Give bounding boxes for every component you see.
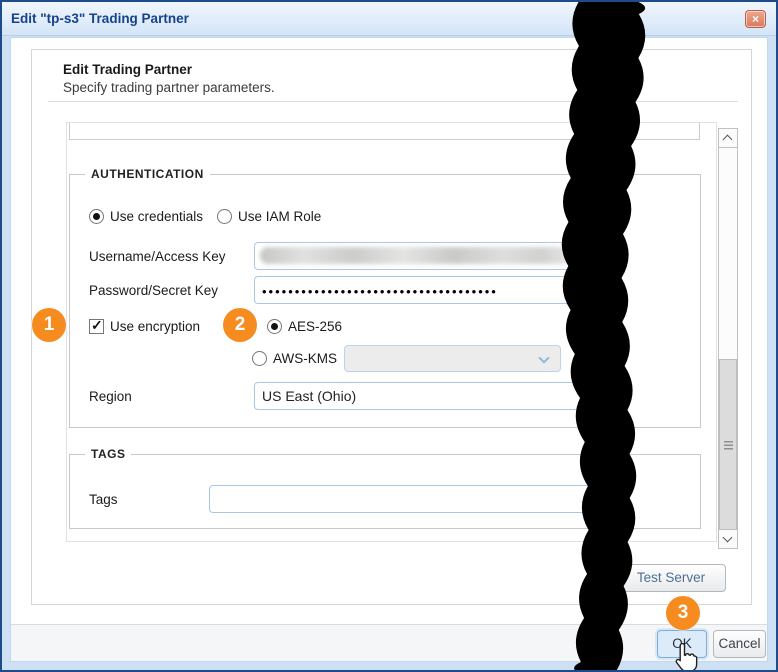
step-2-badge: 2 xyxy=(223,308,257,342)
use-iam-role-option[interactable]: Use IAM Role xyxy=(217,209,321,224)
step-1-badge: 1 xyxy=(32,308,66,342)
aws-kms-radio[interactable] xyxy=(252,351,267,366)
tags-label: Tags xyxy=(89,492,118,507)
step-3-badge: 3 xyxy=(666,596,700,630)
content-panel: Edit Trading Partner Specify trading par… xyxy=(31,49,752,605)
checkmark-icon: ✓ xyxy=(91,317,103,334)
use-credentials-option[interactable]: Use credentials xyxy=(89,209,203,224)
use-iam-role-radio[interactable] xyxy=(217,209,232,224)
scrollbar-grip-icon xyxy=(724,441,733,450)
close-icon: × xyxy=(752,12,759,26)
scroll-up-icon xyxy=(723,135,733,145)
tags-legend: TAGS xyxy=(85,447,131,461)
redacted-username-value xyxy=(260,247,572,264)
authentication-section: AUTHENTICATION Use credentials Use IAM R… xyxy=(69,174,701,428)
header-divider xyxy=(48,101,738,102)
use-encryption-label: Use encryption xyxy=(110,319,200,334)
use-credentials-radio[interactable] xyxy=(89,209,104,224)
tags-input[interactable] xyxy=(209,485,622,513)
scrollbar-thumb[interactable] xyxy=(719,359,737,531)
aws-kms-option[interactable]: AWS-KMS xyxy=(252,351,337,366)
region-input[interactable] xyxy=(254,382,622,410)
aes-256-label: AES-256 xyxy=(288,319,342,334)
dialog-footer: OK Cancel xyxy=(11,624,767,661)
username-label: Username/Access Key xyxy=(89,249,226,264)
use-encryption-option[interactable]: ✓ Use encryption xyxy=(89,319,200,334)
aws-kms-label: AWS-KMS xyxy=(273,351,337,366)
ok-button[interactable]: OK xyxy=(657,630,707,658)
scroll-down-button[interactable] xyxy=(719,529,737,548)
region-label: Region xyxy=(89,389,132,404)
kms-key-select[interactable] xyxy=(344,345,561,372)
use-iam-role-label: Use IAM Role xyxy=(238,209,321,224)
previous-section-partial xyxy=(69,122,700,140)
use-credentials-label: Use credentials xyxy=(110,209,203,224)
close-button[interactable]: × xyxy=(745,10,766,28)
tags-section: TAGS Tags xyxy=(69,454,701,529)
password-label: Password/Secret Key xyxy=(89,283,218,298)
test-server-button[interactable]: Test Server xyxy=(616,564,726,592)
form-title: Edit Trading Partner xyxy=(63,62,192,77)
dialog-window: Edit "tp-s3" Trading Partner × Edit Trad… xyxy=(0,0,778,672)
chevron-down-icon xyxy=(538,352,549,363)
password-input[interactable] xyxy=(254,276,622,304)
dialog-titlebar[interactable]: Edit "tp-s3" Trading Partner xyxy=(2,2,776,36)
form-subtitle: Specify trading partner parameters. xyxy=(63,80,275,95)
use-encryption-checkbox[interactable]: ✓ xyxy=(89,319,104,334)
authentication-legend: AUTHENTICATION xyxy=(85,167,210,181)
form-scroll-area: AUTHENTICATION Use credentials Use IAM R… xyxy=(66,122,717,542)
dialog-title: Edit "tp-s3" Trading Partner xyxy=(11,11,189,26)
aes-256-radio[interactable] xyxy=(267,319,282,334)
radio-selected-dot xyxy=(271,323,278,330)
radio-selected-dot xyxy=(93,213,100,220)
scroll-down-icon xyxy=(723,533,733,543)
scrollbar[interactable] xyxy=(718,128,738,549)
cancel-button[interactable]: Cancel xyxy=(713,630,766,658)
aes-256-option[interactable]: AES-256 xyxy=(267,319,342,334)
dialog-body: Edit Trading Partner Specify trading par… xyxy=(10,37,768,662)
scroll-up-button[interactable] xyxy=(719,129,737,148)
